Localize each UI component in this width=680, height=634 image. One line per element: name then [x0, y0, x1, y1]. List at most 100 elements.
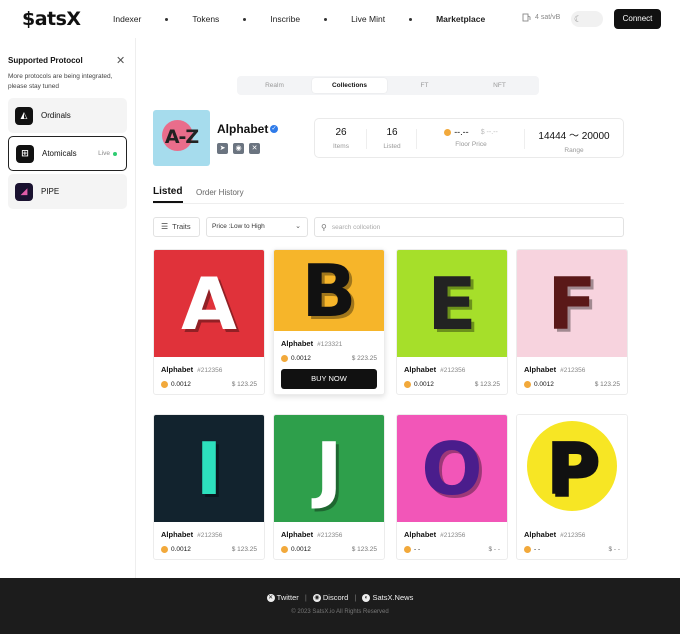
protocol-label: Ordinals	[41, 111, 71, 120]
nav-live-mint[interactable]: Live Mint	[351, 14, 385, 24]
protocol-pipe[interactable]: ◢ PIPE	[8, 174, 127, 209]
moon-icon: ☾	[574, 14, 583, 24]
buy-now-button[interactable]: BUY NOW	[281, 369, 377, 390]
btc-coin-icon	[161, 546, 168, 553]
nav-inscribe[interactable]: Inscribe	[270, 14, 300, 24]
nft-card[interactable]: J Alphabet #212356 0.0012 $ 123.25	[273, 414, 385, 560]
nav-separator	[409, 17, 413, 21]
ordinals-icon: ◭	[15, 106, 33, 125]
sidebar-description: More protocols are being integrated, ple…	[8, 73, 113, 90]
nft-title: Alphabet #212356	[404, 365, 466, 374]
nft-artwork: O	[397, 415, 507, 522]
nft-price-usd: $ 123.25	[351, 546, 377, 553]
discord-icon[interactable]: ◉	[233, 143, 244, 154]
x-twitter-icon[interactable]: ✕	[249, 143, 260, 154]
btc-coin-icon	[404, 546, 411, 553]
satsx-logo[interactable]: $atsX	[22, 8, 81, 30]
nft-price-btc: 0.0012	[404, 381, 434, 388]
search-input[interactable]	[331, 223, 612, 231]
tab-listed[interactable]: Listed	[153, 186, 182, 197]
collection-image: A-Z	[153, 110, 210, 166]
sliders-icon: ☰	[161, 222, 169, 231]
main-nav: Indexer Tokens Inscribe Live Mint Market…	[113, 14, 485, 24]
live-dot-icon	[113, 151, 117, 156]
connect-button[interactable]: Connect	[614, 9, 661, 29]
traits-filter-button[interactable]: ☰ Traits	[153, 217, 200, 237]
top-header: $atsX Indexer Tokens Inscribe Live Mint …	[0, 0, 680, 38]
protocol-sidebar: Supported Protocol ✕ More protocols are …	[0, 38, 136, 578]
nft-price-btc: - -	[404, 546, 420, 553]
nft-card[interactable]: O Alphabet #212356 - - $ - -	[396, 414, 508, 560]
nft-artwork: P	[517, 415, 627, 522]
telegram-icon[interactable]: ➤	[217, 143, 228, 154]
btc-coin-icon	[524, 546, 531, 553]
theme-toggle[interactable]: ☾	[571, 11, 603, 27]
divider	[153, 203, 624, 204]
nft-artwork: J	[274, 415, 384, 522]
nft-letter: I	[195, 426, 223, 511]
nft-card[interactable]: P Alphabet #212356 - - $ - -	[516, 414, 628, 560]
footer-news-link[interactable]: ◐ SatsX.News	[362, 593, 413, 603]
footer-discord-link[interactable]: ◉ Discord	[312, 593, 348, 603]
nav-marketplace[interactable]: Marketplace	[436, 14, 485, 24]
nft-card[interactable]: B Alphabet #123321 0.0012 $ 223.25 BUY NO…	[273, 249, 385, 395]
protocol-label: Atomicals	[42, 149, 77, 158]
nft-price: - - $ - -	[517, 546, 627, 553]
stat-range: 14444 〜 20000 Range	[538, 131, 610, 154]
search-icon: ⚲	[321, 222, 327, 232]
tab-nft[interactable]: NFT	[462, 76, 537, 95]
collection-image-text: A-Z	[164, 126, 199, 148]
nft-card[interactable]: A Alphabet #212356 0.0012 $ 123.25	[153, 249, 265, 395]
copyright: © 2023 SatsX.io All Rights Reserved	[291, 609, 389, 615]
discord-icon: ◉	[312, 594, 321, 603]
nft-price: 0.0012 $ 123.25	[517, 381, 627, 388]
news-icon: ◐	[362, 594, 371, 603]
nft-letter: O	[421, 426, 483, 511]
nft-title: Alphabet #212356	[524, 365, 586, 374]
nft-price-usd: $ - -	[488, 546, 500, 553]
protocol-label: PIPE	[41, 187, 60, 196]
nft-price-btc: 0.0012	[281, 355, 311, 362]
nft-title: Alphabet #212356	[161, 365, 223, 374]
nft-price-btc: 0.0012	[524, 381, 554, 388]
nav-tokens[interactable]: Tokens	[192, 14, 219, 24]
market-tabs: Realm Collections FT NFT	[237, 76, 539, 95]
btc-coin-icon	[161, 381, 168, 388]
nft-letter: J	[315, 426, 343, 511]
nft-artwork: F	[517, 250, 627, 357]
floor-price-btc: --.--	[444, 127, 469, 137]
nft-price-btc: 0.0012	[161, 546, 191, 553]
nav-separator	[165, 17, 169, 21]
nft-card[interactable]: F Alphabet #212356 0.0012 $ 123.25	[516, 249, 628, 395]
floor-price-usd: $ --.--	[480, 128, 498, 136]
nft-artwork: B	[274, 250, 384, 331]
nft-card[interactable]: I Alphabet #212356 0.0012 $ 123.25	[153, 414, 265, 560]
protocol-ordinals[interactable]: ◭ Ordinals	[8, 98, 127, 133]
tab-realm[interactable]: Realm	[237, 76, 312, 95]
close-icon[interactable]: ✕	[116, 54, 125, 67]
nft-artwork: I	[154, 415, 264, 522]
nft-price: 0.0012 $ 123.25	[397, 381, 507, 388]
sidebar-title: Supported Protocol	[8, 56, 83, 65]
tab-collections[interactable]: Collections	[312, 78, 387, 93]
stat-items: 26 Items	[315, 119, 367, 157]
tab-order-history[interactable]: Order History	[196, 188, 244, 197]
protocol-atomicals[interactable]: ⊞ Atomicals Live	[8, 136, 127, 171]
sort-select[interactable]: Price :Low to High ⌄	[206, 217, 308, 237]
btc-coin-icon	[281, 546, 288, 553]
nft-card[interactable]: E Alphabet #212356 0.0012 $ 123.25	[396, 249, 508, 395]
nav-indexer[interactable]: Indexer	[113, 14, 141, 24]
nft-price: - - $ - -	[397, 546, 507, 553]
x-twitter-icon: ✕	[266, 594, 275, 603]
nft-letter: P	[545, 426, 599, 511]
btc-coin-icon	[404, 381, 411, 388]
nft-price: 0.0012 $ 123.25	[154, 546, 264, 553]
collection-name: Alphabet	[217, 122, 269, 136]
stat-listed: 16 Listed	[367, 119, 417, 157]
nft-price: 0.0012 $ 123.25	[274, 546, 384, 553]
nft-price-usd: $ 123.25	[231, 381, 257, 388]
tab-ft[interactable]: FT	[387, 76, 462, 95]
gas-fee: 4 sat/vB	[522, 13, 560, 22]
btc-coin-icon	[524, 381, 531, 388]
footer-twitter-link[interactable]: ✕ Twitter	[266, 593, 299, 603]
